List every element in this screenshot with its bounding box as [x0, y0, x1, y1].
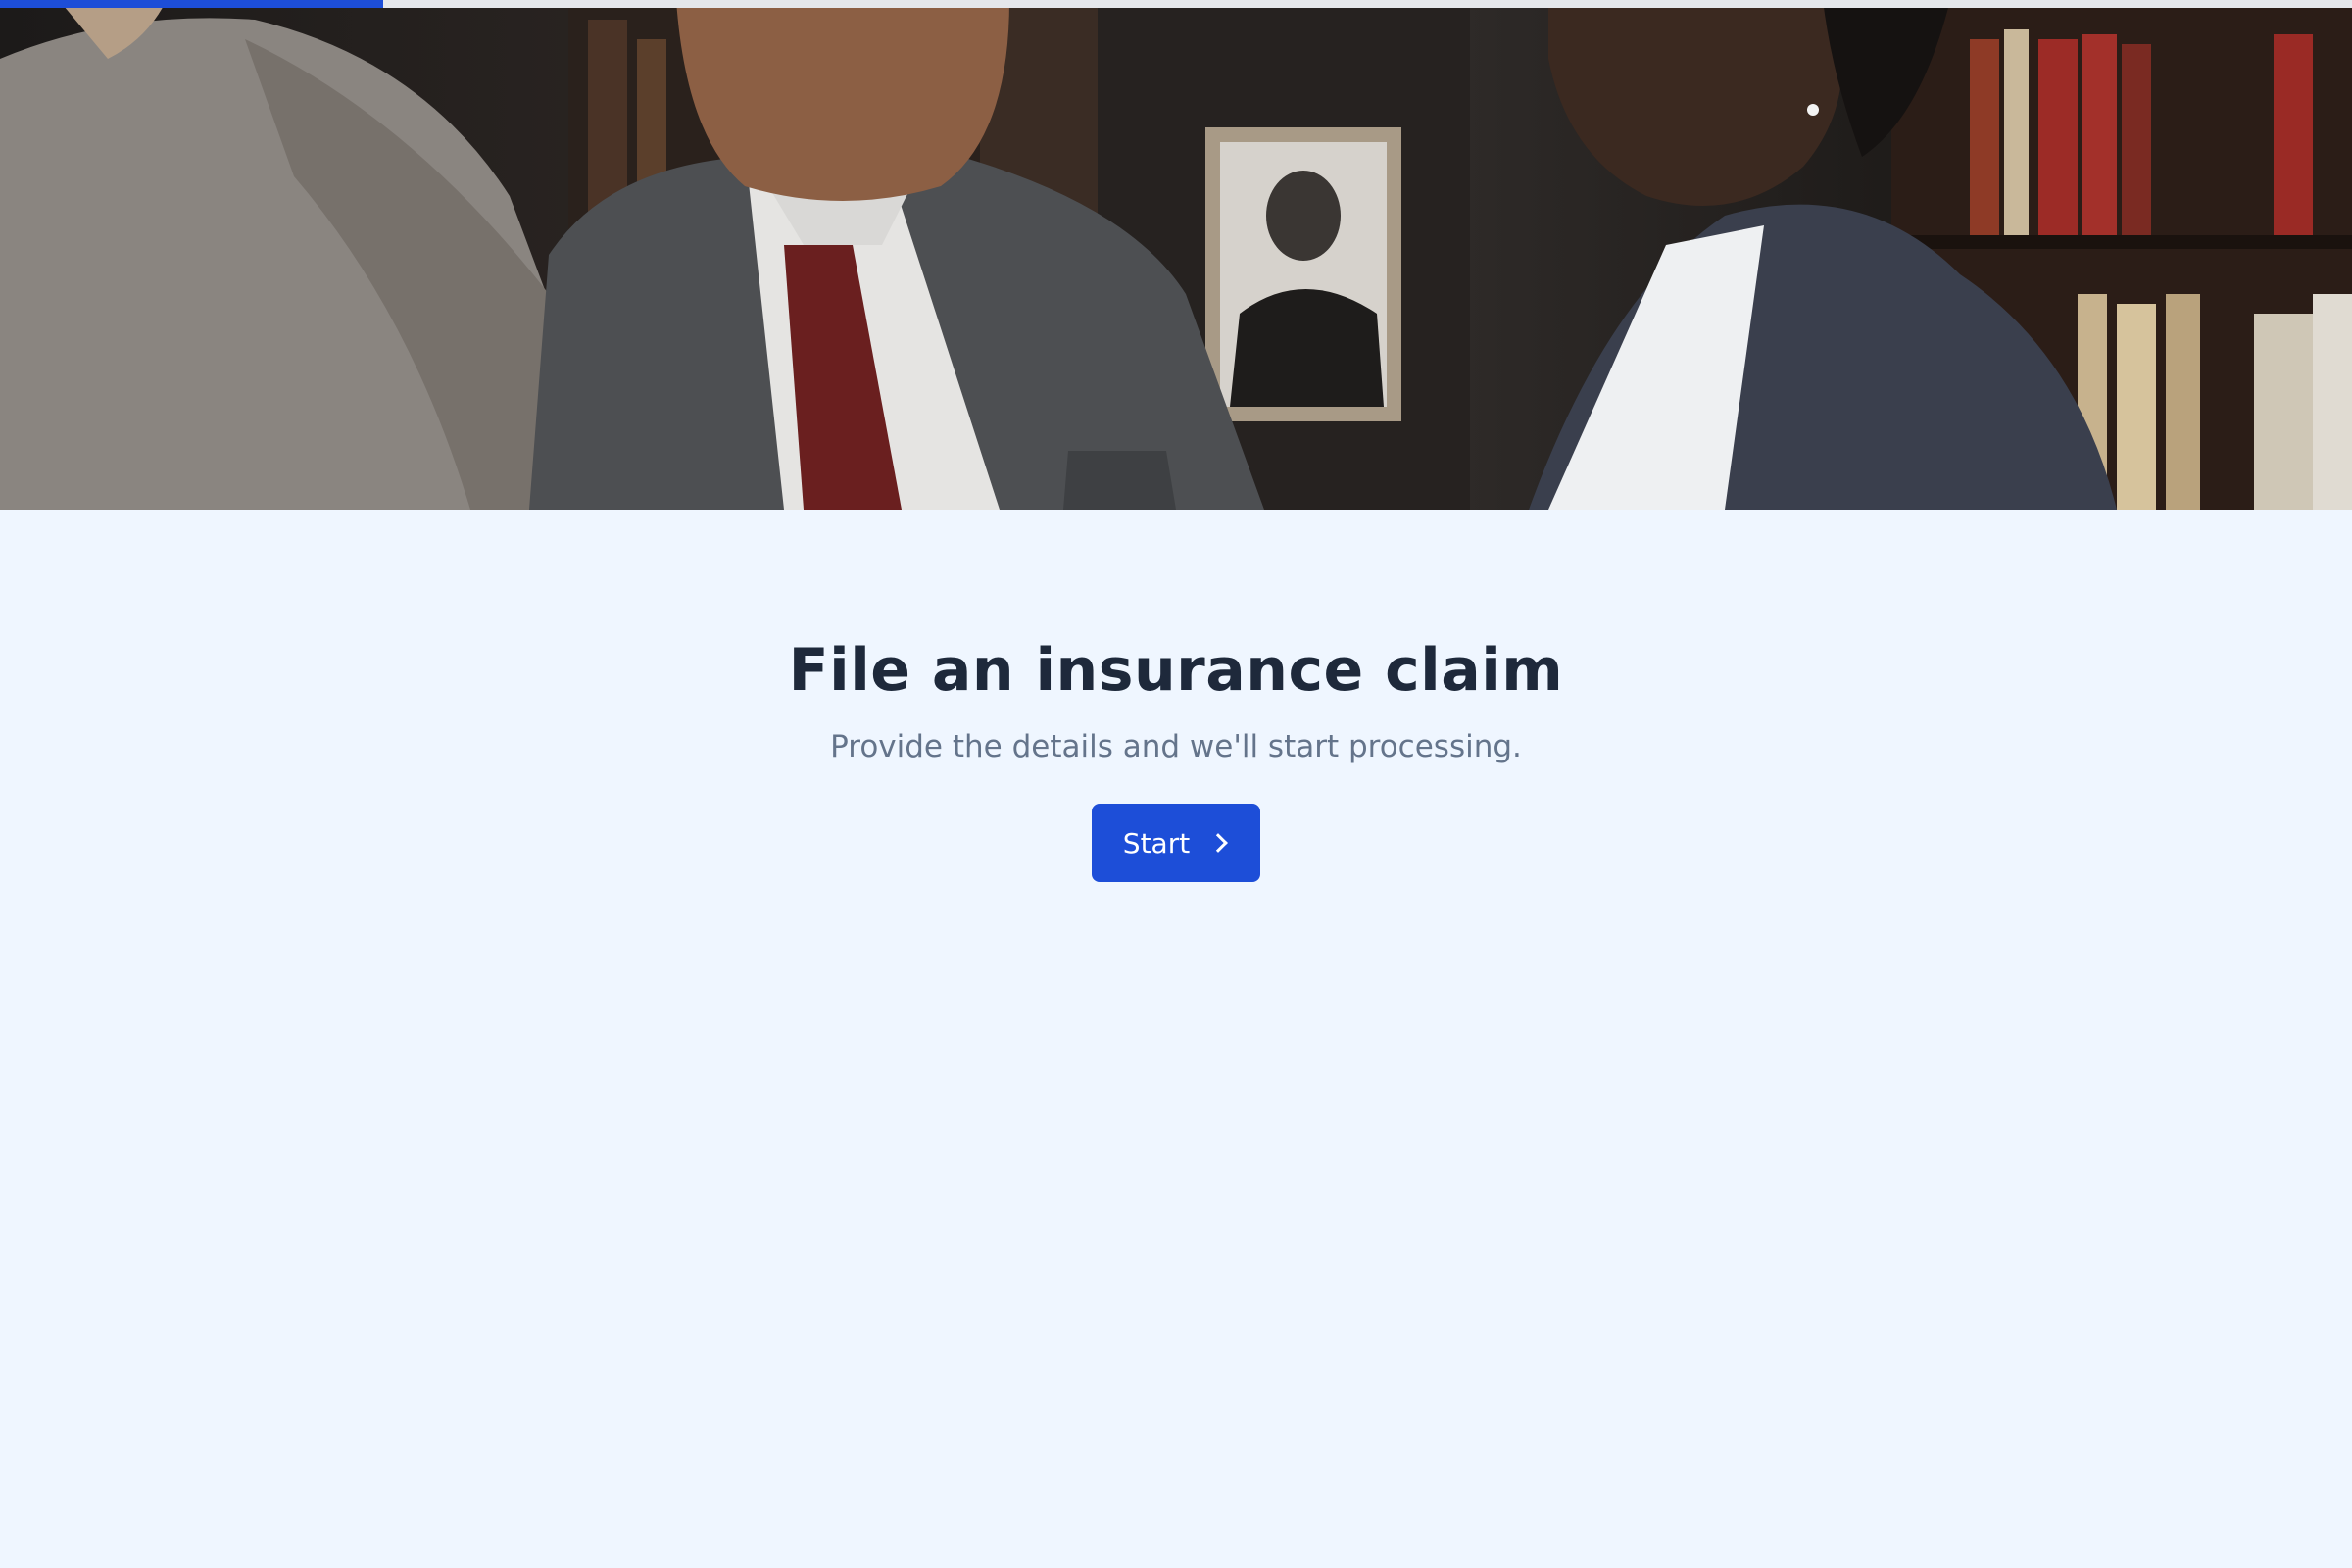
start-button[interactable]: Start: [1091, 804, 1261, 883]
page-subtitle: Provide the details and we'll start proc…: [830, 729, 1522, 764]
page-title: File an insurance claim: [788, 636, 1564, 705]
progress-bar-fill: [0, 0, 384, 8]
hero-photo: [0, 0, 2352, 510]
chevron-right-icon: [1208, 833, 1229, 854]
main-content: File an insurance claim Provide the deta…: [0, 510, 2352, 883]
progress-bar: [0, 0, 2352, 8]
start-button-label: Start: [1122, 826, 1191, 859]
office-meeting-photo: [0, 0, 2352, 510]
